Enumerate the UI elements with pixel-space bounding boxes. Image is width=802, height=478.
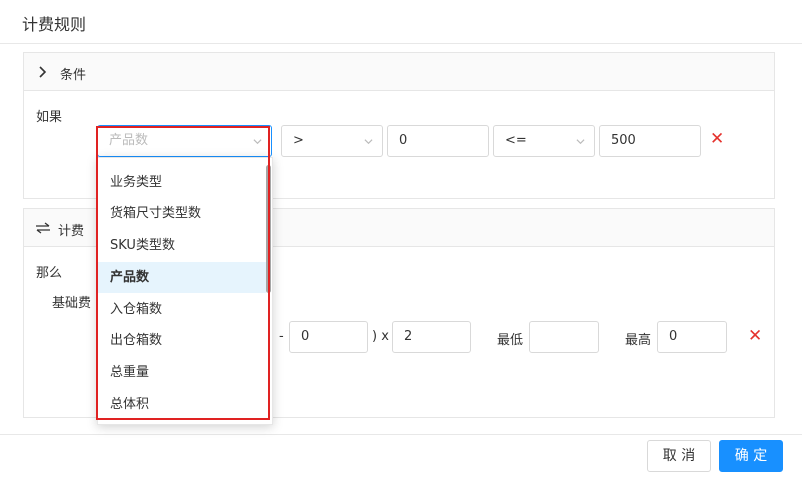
dropdown-option-sku-types[interactable]: SKU类型数: [98, 230, 266, 261]
chevron-down-icon: [576, 139, 585, 145]
chevron-right-icon: [39, 66, 47, 78]
min-input[interactable]: [529, 321, 599, 353]
remove-billing-icon[interactable]: ✕: [748, 328, 762, 345]
confirm-button[interactable]: 确 定: [719, 440, 783, 472]
operator1-value: >: [293, 133, 304, 148]
operator2-value: <=: [505, 133, 527, 148]
if-label: 如果: [36, 110, 63, 125]
paren-x-label: ) x: [372, 329, 389, 344]
chevron-down-icon: [253, 139, 262, 145]
dropdown-option-business-type[interactable]: 业务类型: [98, 167, 266, 198]
dropdown-scrollbar[interactable]: [266, 165, 271, 293]
value-b-text: 2: [404, 329, 413, 344]
dropdown-option-inbound-boxes[interactable]: 入仓箱数: [98, 294, 266, 325]
operator2-select[interactable]: <=: [493, 125, 595, 157]
max-value-text: 0: [669, 329, 678, 344]
cancel-button[interactable]: 取 消: [647, 440, 711, 472]
base-fee-label: 基础费: [52, 296, 92, 311]
chevron-down-icon: [364, 139, 373, 145]
field-dropdown-menu: 业务类型 货箱尺寸类型数 SKU类型数 产品数 入仓箱数 出仓箱数 总重量 总体…: [97, 157, 273, 425]
value-a-text: 0: [301, 329, 310, 344]
dropdown-option-total-volume[interactable]: 总体积: [98, 389, 266, 420]
billing-header-label: 计费: [58, 224, 85, 239]
header-divider: [0, 43, 802, 44]
value2-input[interactable]: 500: [599, 125, 701, 157]
condition-field-placeholder: 产品数: [109, 133, 149, 148]
max-label: 最高: [625, 333, 652, 348]
condition-field-select[interactable]: 产品数: [97, 125, 272, 157]
then-label: 那么: [36, 266, 63, 281]
value-a-input[interactable]: 0: [289, 321, 368, 353]
swap-icon: [36, 222, 50, 234]
value1-input[interactable]: 0: [387, 125, 489, 157]
value-b-input[interactable]: 2: [392, 321, 471, 353]
dropdown-option-product-count[interactable]: 产品数: [98, 262, 266, 293]
footer-divider: [0, 434, 802, 435]
dropdown-option-total-weight[interactable]: 总重量: [98, 357, 266, 388]
remove-condition-icon[interactable]: ✕: [710, 131, 724, 148]
value2-text: 500: [611, 133, 636, 148]
dialog-title: 计费规则: [22, 15, 87, 34]
condition-header-label: 条件: [60, 68, 87, 83]
operator1-select[interactable]: >: [281, 125, 383, 157]
max-input[interactable]: 0: [657, 321, 727, 353]
condition-panel-header[interactable]: 条件: [24, 53, 774, 91]
dash-label: -: [279, 329, 284, 344]
dropdown-option-box-size-types[interactable]: 货箱尺寸类型数: [98, 198, 266, 229]
min-label: 最低: [497, 333, 524, 348]
dropdown-option-outbound-boxes[interactable]: 出仓箱数: [98, 325, 266, 356]
value1-text: 0: [399, 133, 408, 148]
